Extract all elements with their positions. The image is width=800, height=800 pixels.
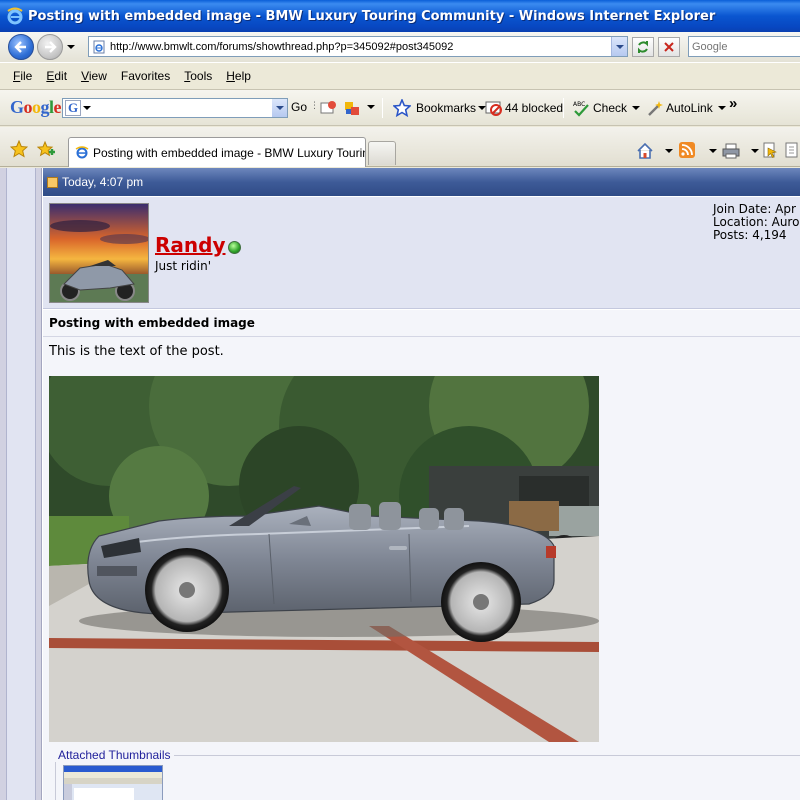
chevron-down-icon[interactable] (665, 149, 673, 153)
puzzle-icon[interactable] (343, 99, 361, 117)
toolbar-separator (563, 98, 564, 118)
page-icon (93, 40, 105, 53)
menu-help[interactable]: Help (219, 69, 258, 83)
left-margin-panel (6, 168, 36, 800)
embedded-car-image[interactable] (49, 376, 599, 742)
popup-blocker-button[interactable]: 44 blocked (485, 99, 563, 117)
refresh-icon (638, 41, 648, 53)
popup-blocked-icon (485, 101, 502, 116)
page-menu-icon[interactable] (762, 142, 778, 158)
add-to-favorites-icon[interactable] (37, 140, 55, 158)
car-photo (49, 376, 599, 742)
chevron-down-icon[interactable] (709, 149, 717, 153)
star-outline-icon (393, 99, 411, 117)
attachment-thumbnail[interactable] (63, 765, 163, 800)
arrow-right-icon (45, 41, 57, 53)
address-text[interactable]: http://www.bmwlt.com/forums/showthread.p… (110, 41, 611, 53)
search-input[interactable] (689, 37, 800, 56)
tab-active-page[interactable]: Posting with embedded image - BMW Luxury… (68, 137, 366, 167)
ie-page-icon (75, 145, 89, 158)
home-icon[interactable] (636, 142, 654, 160)
google-g-icon[interactable]: G (65, 100, 81, 116)
window-title-bar: Posting with embedded image - BMW Luxury… (0, 0, 800, 32)
menu-view[interactable]: View (74, 69, 114, 83)
post-timestamp: Today, 4:07 pm (62, 175, 144, 189)
online-status-icon (228, 241, 241, 254)
window-title: Posting with embedded image - BMW Luxury… (28, 8, 716, 24)
menu-edit[interactable]: Edit (39, 69, 74, 83)
favorites-center-icon[interactable] (10, 140, 28, 158)
left-margin (0, 168, 42, 800)
print-icon[interactable] (722, 142, 740, 160)
page-content: Today, 4:07 pm Randy Just ridin' Join Da… (0, 168, 800, 800)
tab-row: Posting with embedded image - BMW Luxury… (0, 127, 800, 167)
rss-feed-icon[interactable] (679, 142, 695, 158)
menu-bar: File Edit View Favorites Tools Help (0, 62, 800, 90)
user-avatar[interactable] (49, 203, 149, 303)
post-divider (43, 336, 800, 337)
address-field[interactable]: http://www.bmwlt.com/forums/showthread.p… (88, 36, 628, 57)
thumbnail-screenshot-image (64, 766, 162, 800)
google-search-dropdown[interactable] (272, 99, 287, 117)
post-header: Today, 4:07 pm (43, 168, 800, 196)
address-dropdown-button[interactable] (611, 37, 627, 56)
chevron-down-icon[interactable] (83, 106, 91, 110)
post-status-icon (47, 176, 58, 188)
post-title: Posting with embedded image (49, 316, 255, 330)
back-button[interactable] (8, 34, 34, 60)
chevron-down-icon[interactable] (751, 149, 759, 153)
google-search-field[interactable]: G (62, 98, 288, 118)
spellcheck-button[interactable]: ABC Check (572, 99, 641, 117)
toolbar-grip-icon: ⋮ (310, 100, 319, 110)
arrow-left-icon (14, 41, 26, 53)
menu-favorites[interactable]: Favorites (114, 69, 177, 83)
attachments-legend: Attached Thumbnails (55, 748, 174, 762)
autolink-button[interactable]: AutoLink (646, 99, 726, 117)
post-text: This is the text of the post. (49, 344, 224, 359)
user-post-count: Posts: 4,194 (713, 228, 787, 242)
post-username[interactable]: Randy (155, 233, 226, 257)
post-body: Posting with embedded image This is the … (43, 310, 800, 800)
close-icon (664, 42, 674, 52)
google-toolbar: Google G Go ⋮ Bookmarks 44 blocked ABC C… (0, 90, 800, 126)
toolbar-separator (382, 98, 383, 118)
user-info: Join Date: Apr Location: Auror Posts: 4,… (713, 203, 800, 242)
address-bar-row: http://www.bmwlt.com/forums/showthread.p… (0, 32, 800, 62)
forward-button[interactable] (37, 34, 63, 60)
recent-pages-dropdown[interactable] (65, 45, 77, 49)
tools-menu-icon[interactable] (784, 142, 800, 158)
bookmarks-button[interactable]: Bookmarks (393, 99, 487, 117)
avatar-motorcycle-sunset-image (50, 204, 148, 302)
refresh-button[interactable] (632, 37, 654, 57)
menu-file[interactable]: File (6, 69, 39, 83)
post-user-panel: Randy Just ridin' Join Date: Apr Locatio… (43, 197, 800, 309)
news-icon[interactable] (319, 99, 337, 117)
google-go-button[interactable]: Go (291, 100, 307, 114)
ie-logo-icon (7, 7, 23, 25)
spellcheck-icon: ABC (573, 101, 589, 117)
stop-button[interactable] (658, 37, 680, 57)
google-logo: Google (10, 97, 62, 117)
chevron-down-icon[interactable] (367, 105, 375, 109)
magic-wand-icon (648, 101, 663, 116)
toolbar-overflow-button[interactable]: » (729, 95, 737, 112)
new-tab-button[interactable] (368, 141, 396, 165)
menu-tools[interactable]: Tools (177, 69, 219, 83)
search-field[interactable] (688, 36, 800, 57)
svg-text:ABC: ABC (573, 101, 585, 108)
user-title: Just ridin' (155, 259, 212, 273)
tab-title: Posting with embedded image - BMW Luxury… (93, 145, 366, 160)
